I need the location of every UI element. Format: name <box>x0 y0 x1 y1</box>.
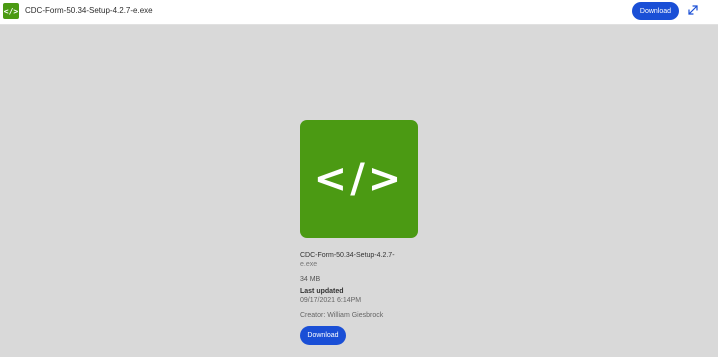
code-file-icon: </> <box>3 3 19 19</box>
header-download-button[interactable]: Download <box>632 2 679 20</box>
code-icon: </> <box>313 156 405 202</box>
file-name-line1: CDC-Form-50.34-Setup-4.2.7- <box>300 252 395 259</box>
file-name-line2: e.exe <box>300 261 318 268</box>
last-updated-label: Last updated <box>300 288 344 295</box>
download-button[interactable]: Download <box>300 326 346 345</box>
creator-label: Creator: William Giesbrock <box>300 312 384 319</box>
last-updated-value: 09/17/2021 6:14PM <box>300 297 362 304</box>
file-name-label: CDC-Form-50.34-Setup-4.2.7- e.exe <box>300 251 440 269</box>
expand-icon[interactable] <box>686 3 700 17</box>
file-size: 34 MB <box>300 276 321 283</box>
top-bar: </> CDC-Form-50.34-Setup-4.2.7-e.exe Dow… <box>0 0 718 25</box>
file-name-title: CDC-Form-50.34-Setup-4.2.7-e.exe <box>25 6 153 15</box>
file-preview-tile: </> <box>300 120 418 238</box>
